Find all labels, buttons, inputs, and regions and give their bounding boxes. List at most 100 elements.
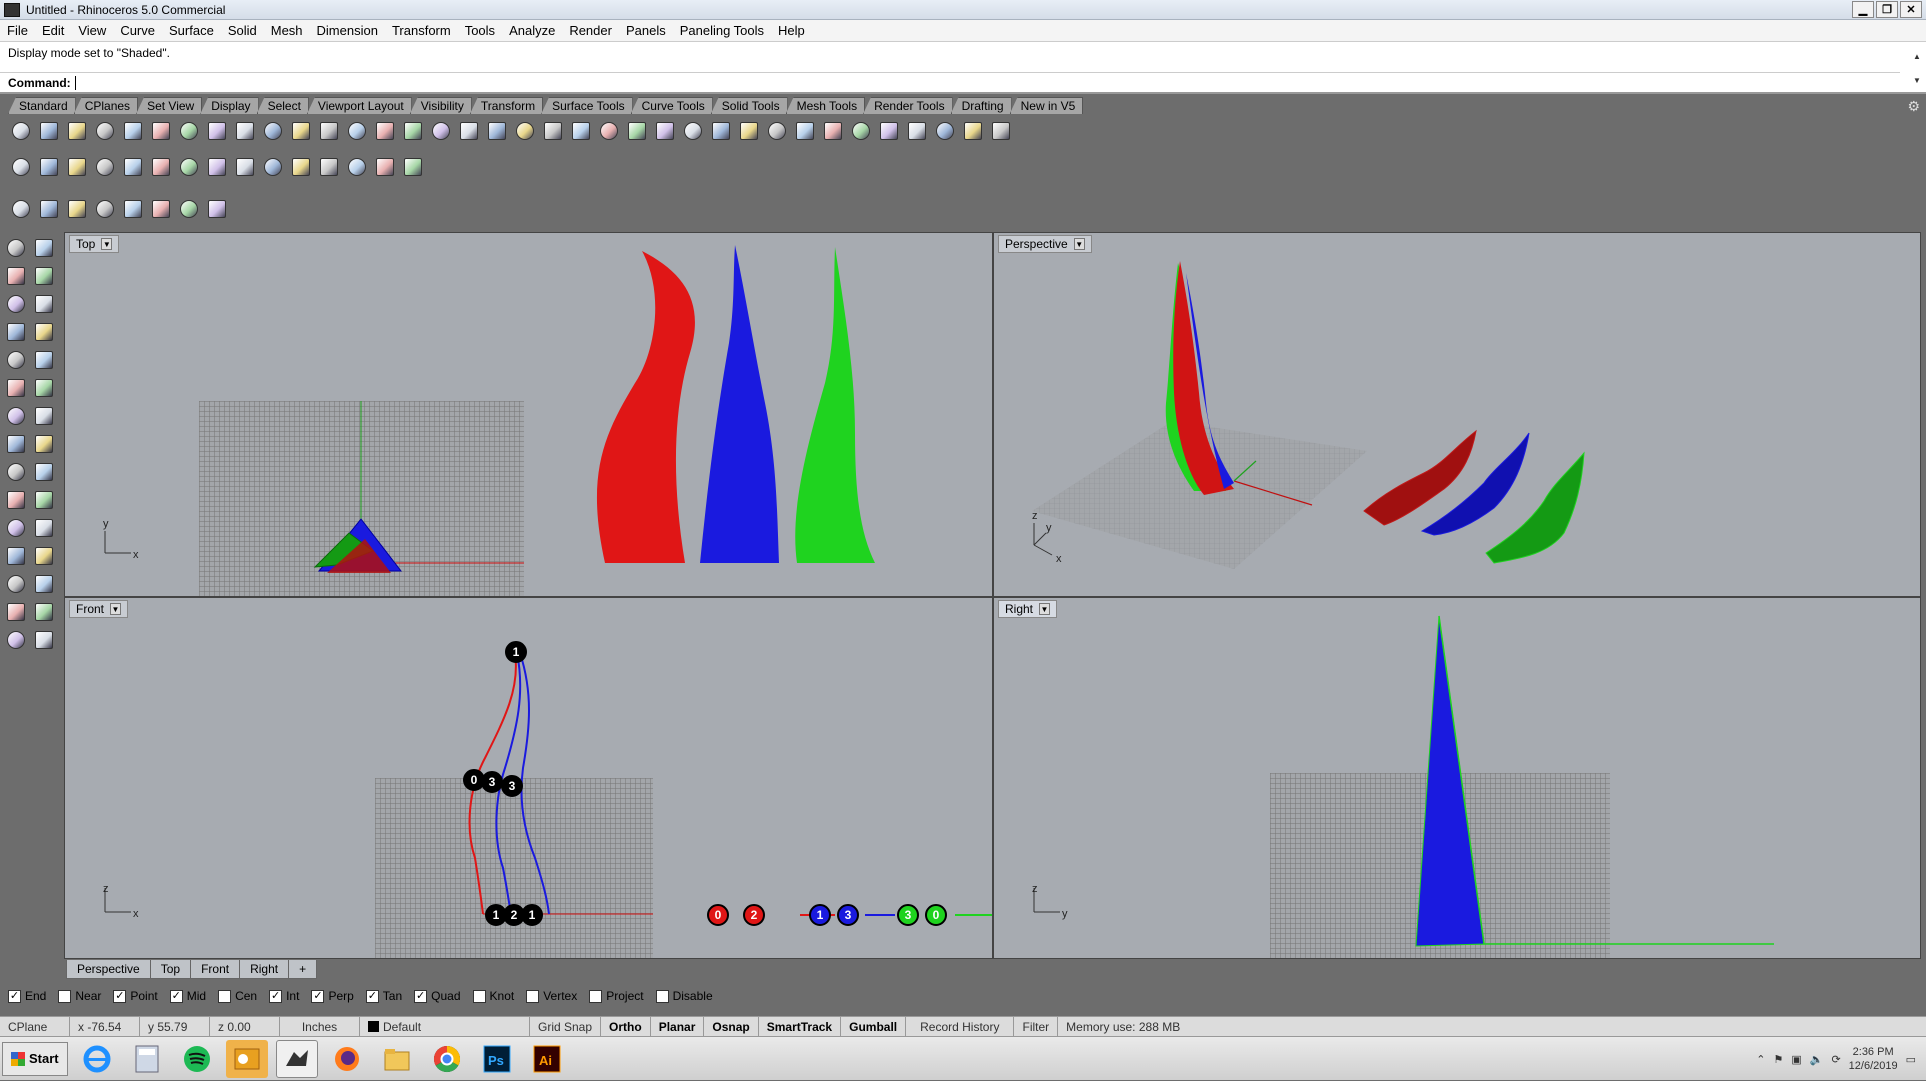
osnap-cen[interactable]: Cen (218, 989, 257, 1003)
flow-along-surface-icon[interactable] (680, 119, 705, 144)
arc-icon[interactable] (4, 320, 28, 344)
cylinder-icon[interactable] (4, 516, 28, 540)
illustrator-icon[interactable]: Ai (526, 1040, 568, 1078)
split-edge-icon[interactable] (64, 119, 89, 144)
tab-mesh-tools[interactable]: Mesh Tools (785, 97, 866, 114)
vp-tab-right[interactable]: Right (239, 960, 290, 979)
extend-surface-icon[interactable] (344, 119, 369, 144)
status-osnap[interactable]: Osnap (704, 1016, 759, 1037)
command-scrollbar[interactable]: ▲ ▼ (1910, 44, 1924, 92)
menu-render[interactable]: Render (562, 23, 619, 38)
network-icon[interactable]: ▣ (1791, 1053, 1801, 1066)
plane-icon[interactable] (316, 155, 341, 180)
point-icon[interactable] (32, 236, 56, 260)
sync-icon[interactable]: ⟳ (1831, 1053, 1840, 1066)
rebuild-surface-icon[interactable] (428, 119, 453, 144)
move-point-icon[interactable] (288, 155, 313, 180)
polygon-icon[interactable] (32, 348, 56, 372)
sweep-icon[interactable] (4, 460, 28, 484)
osnap-checkbox[interactable] (58, 989, 72, 1003)
status-smarttrack[interactable]: SmartTrack (759, 1016, 842, 1037)
box-render-icon[interactable] (372, 155, 397, 180)
internet-explorer-icon[interactable] (76, 1040, 118, 1078)
osnap-checkbox[interactable]: ✓ (365, 989, 379, 1003)
squish-icon[interactable] (708, 119, 733, 144)
osnap-quad[interactable]: ✓ Quad (414, 989, 461, 1003)
spotify-icon[interactable] (176, 1040, 218, 1078)
menu-solid[interactable]: Solid (221, 23, 264, 38)
osnap-checkbox[interactable] (589, 989, 603, 1003)
rectangle-icon[interactable] (92, 155, 117, 180)
curve-icon[interactable] (232, 155, 257, 180)
calculator-icon[interactable] (126, 1040, 168, 1078)
stretch-icon[interactable] (876, 119, 901, 144)
chrome-icon[interactable] (426, 1040, 468, 1078)
osnap-checkbox[interactable] (218, 989, 232, 1003)
rainbow-analysis-icon[interactable] (960, 119, 985, 144)
flag-icon[interactable]: ⚑ (1773, 1053, 1783, 1066)
rebuild-edges-icon[interactable] (148, 119, 173, 144)
menu-edit[interactable]: Edit (35, 23, 71, 38)
unroll-icon[interactable] (624, 119, 649, 144)
status-cplane[interactable]: CPlane (0, 1016, 70, 1037)
arc-icon[interactable] (176, 155, 201, 180)
connect-surface-icon[interactable] (204, 119, 229, 144)
edge-continuity-icon[interactable] (988, 119, 1013, 144)
osnap-tan[interactable]: ✓ Tan (365, 989, 402, 1003)
blend-surface-icon[interactable] (288, 119, 313, 144)
osnap-end[interactable]: ✓ End (8, 989, 46, 1003)
status-filter[interactable]: Filter (1014, 1016, 1059, 1037)
osnap-disable[interactable]: Disable (655, 989, 713, 1003)
material-icon[interactable] (36, 197, 61, 222)
menu-analyze[interactable]: Analyze (502, 23, 562, 38)
menu-view[interactable]: View (71, 23, 113, 38)
firefox-icon[interactable] (326, 1040, 368, 1078)
checker-5-icon[interactable] (176, 197, 201, 222)
tab-standard[interactable]: Standard (8, 97, 76, 114)
merge-surfaces-icon[interactable] (400, 119, 425, 144)
offset-surface-icon[interactable] (316, 119, 341, 144)
vp-tab-front[interactable]: Front (190, 960, 241, 979)
tab-curve-tools[interactable]: Curve Tools (630, 97, 713, 114)
menu-tools[interactable]: Tools (458, 23, 502, 38)
checker-red-icon[interactable] (204, 197, 229, 222)
polygon-icon[interactable] (120, 155, 145, 180)
vp-tab-add[interactable]: + (288, 960, 318, 979)
outlook-icon[interactable] (225, 1039, 268, 1078)
adjust-seam-icon[interactable] (568, 119, 593, 144)
osnap-project[interactable]: Project (589, 989, 644, 1003)
menu-mesh[interactable]: Mesh (264, 23, 310, 38)
tab-new-in-v5[interactable]: New in V5 (1009, 97, 1084, 114)
tab-drafting[interactable]: Drafting (950, 97, 1012, 114)
osnap-mid[interactable]: ✓ Mid (169, 989, 206, 1003)
tab-render-tools[interactable]: Render Tools (863, 97, 953, 114)
osnap-knot[interactable]: Knot (472, 989, 514, 1003)
sporph-icon[interactable] (736, 119, 761, 144)
select-icon[interactable] (4, 236, 28, 260)
osnap-checkbox[interactable] (655, 989, 669, 1003)
circle-icon[interactable] (32, 292, 56, 316)
checker-1-icon[interactable] (64, 197, 89, 222)
show-desktop-icon[interactable]: ▭ (1906, 1053, 1916, 1066)
osnap-int[interactable]: ✓ Int (269, 989, 299, 1003)
cone-icon[interactable] (32, 516, 56, 540)
grid-icon[interactable] (8, 155, 33, 180)
checker-3-icon[interactable] (120, 197, 145, 222)
menu-panels[interactable]: Panels (619, 23, 673, 38)
circle-icon[interactable] (148, 155, 173, 180)
rhino-icon[interactable] (275, 1039, 318, 1078)
merge-edge-icon[interactable] (92, 119, 117, 144)
network-icon[interactable] (32, 460, 56, 484)
volume-icon[interactable]: 🔈 (1810, 1053, 1824, 1066)
smash-icon[interactable] (652, 119, 677, 144)
tab-solid-tools[interactable]: Solid Tools (710, 97, 788, 114)
loft-icon[interactable] (4, 432, 28, 456)
change-degree-icon[interactable] (540, 119, 565, 144)
viewport-title-perspective[interactable]: Perspective ▼ (998, 235, 1092, 253)
extrude-icon[interactable] (4, 404, 28, 428)
taper-icon[interactable] (820, 119, 845, 144)
osnap-checkbox[interactable]: ✓ (169, 989, 183, 1003)
curve-icon[interactable] (4, 292, 28, 316)
scroll-up-icon[interactable]: ▲ (1913, 52, 1921, 61)
render-settings-icon[interactable] (8, 197, 33, 222)
